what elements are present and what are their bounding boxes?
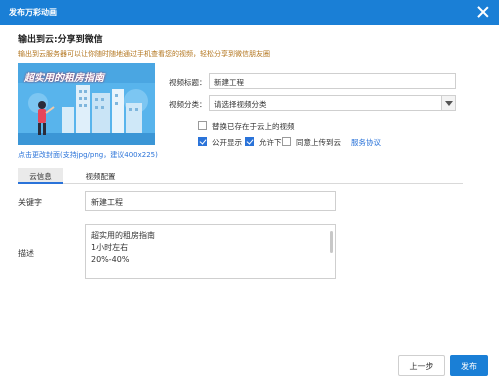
section-title: 输出到云:分享到微信 — [18, 35, 103, 45]
description-textarea[interactable]: 超实用的租房指南 1小时左右 20%-40% — [85, 224, 336, 279]
window-title: 发布万彩动画 — [9, 8, 57, 17]
cover-image[interactable]: 超实用的租房指南 — [18, 63, 155, 145]
replace-label: 替换已存在于云上的视频 — [212, 122, 295, 131]
change-cover-link[interactable]: 点击更改封面(支持jpg/png，建议400x225) — [18, 150, 158, 160]
tab-cloud-info[interactable]: 云信息 — [18, 168, 63, 184]
category-label: 视频分类： — [169, 100, 207, 109]
title-label: 视频标题： — [169, 78, 207, 87]
publish-button[interactable]: 发布 — [450, 355, 488, 376]
public-checkbox[interactable] — [198, 137, 207, 146]
replace-checkbox[interactable] — [198, 121, 207, 130]
close-icon[interactable] — [476, 5, 490, 19]
previous-button[interactable]: 上一步 — [398, 355, 445, 376]
agree-checkbox[interactable] — [282, 137, 291, 146]
agree-label: 同意上传到云 — [296, 138, 341, 147]
tab-bar: 云信息 视频配置 — [18, 168, 463, 184]
title-bar: 发布万彩动画 — [0, 0, 499, 25]
chevron-down-icon[interactable] — [441, 96, 455, 110]
title-input[interactable]: 新建工程 — [209, 73, 456, 89]
keyword-input[interactable]: 新建工程 — [85, 191, 336, 211]
public-label: 公开显示 — [212, 138, 242, 147]
description-line: 超实用的租房指南 — [91, 231, 155, 240]
download-checkbox[interactable] — [245, 137, 254, 146]
cover-banner-text: 超实用的租房指南 — [24, 73, 104, 84]
description-label: 描述 — [18, 249, 34, 258]
service-agreement-link[interactable]: 服务协议 — [351, 137, 381, 148]
category-selected-value: 请选择视频分类 — [214, 100, 267, 109]
tab-video-config[interactable]: 视频配置 — [78, 168, 123, 184]
category-select[interactable]: 请选择视频分类 — [209, 95, 456, 111]
description-line: 20%-40% — [91, 255, 130, 264]
description-scroll-thumb[interactable] — [330, 231, 333, 253]
section-subtitle: 输出到云服务器可以让你随时随地通过手机查看您的视频，轻松分享到微信朋友圈 — [18, 50, 270, 58]
keyword-label: 关键字 — [18, 198, 42, 207]
description-line: 1小时左右 — [91, 243, 129, 252]
